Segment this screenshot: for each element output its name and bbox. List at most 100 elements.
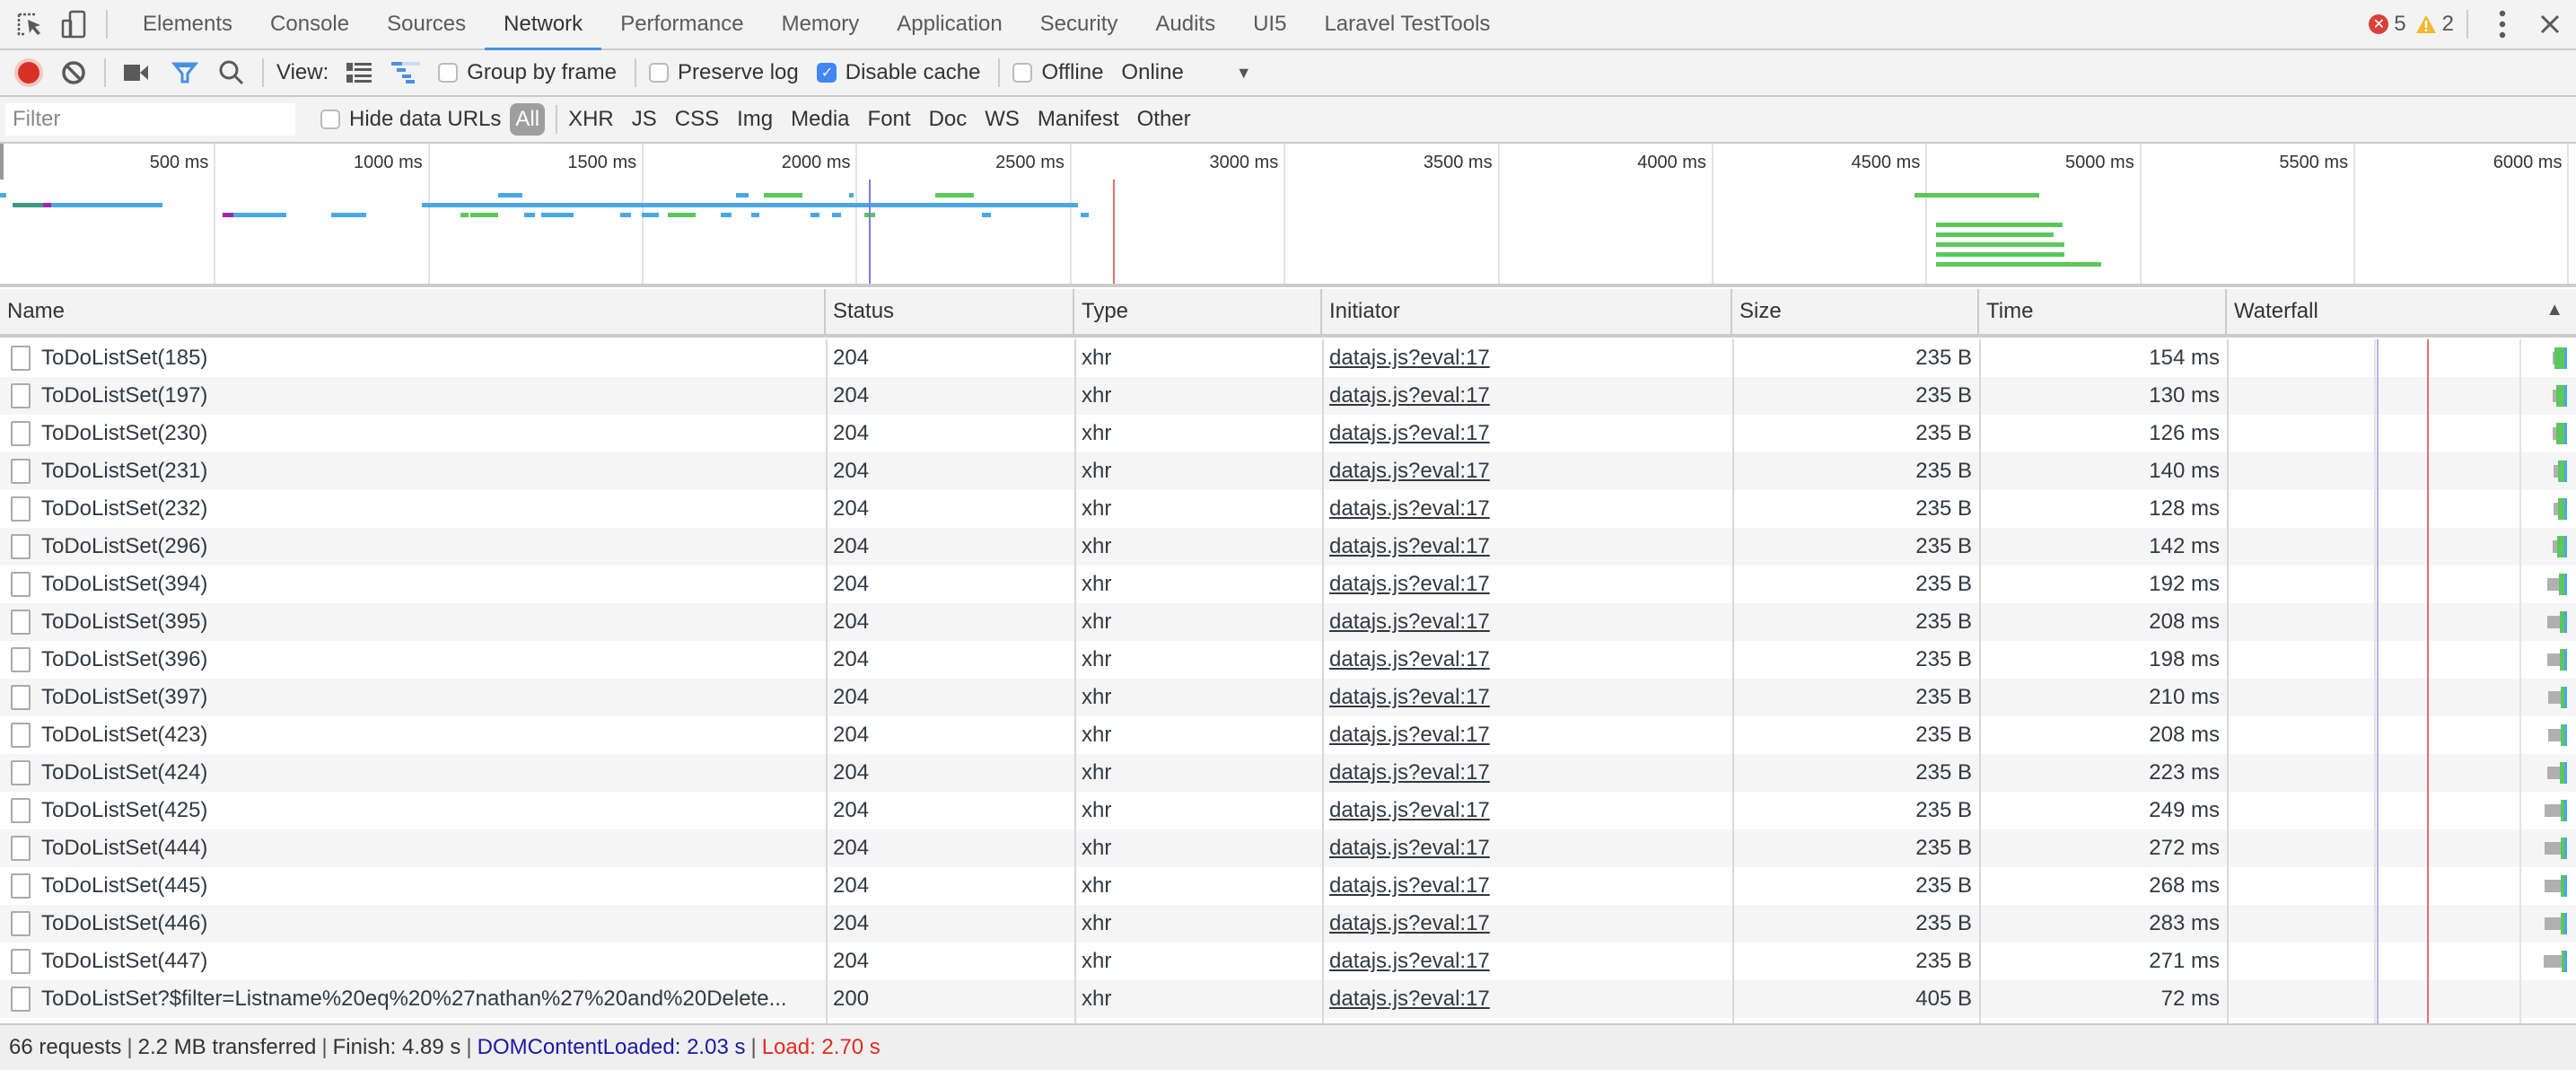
filter-input[interactable] [5, 103, 295, 136]
column-divider[interactable] [1732, 339, 1734, 1023]
table-row[interactable]: ToDoListSet(396) 204 xhr datajs.js?eval:17 2… [0, 641, 2576, 679]
type-filter-xhr[interactable]: XHR [568, 107, 614, 132]
request-initiator-cell[interactable]: datajs.js?eval:17 [1322, 867, 1732, 905]
column-divider[interactable] [1322, 339, 1324, 1023]
request-initiator-cell[interactable]: datajs.js?eval:17 [1322, 905, 1732, 943]
type-filter-media[interactable]: Media [791, 107, 849, 132]
warning-count[interactable]: 2 [2442, 12, 2454, 37]
tab-audits[interactable]: Audits [1136, 0, 1234, 49]
column-divider[interactable] [1074, 339, 1076, 1023]
request-initiator[interactable]: datajs.js?eval:17 [1329, 987, 1490, 1012]
table-row[interactable]: ToDoListSet(395) 204 xhr datajs.js?eval:17 2… [0, 603, 2576, 641]
request-initiator-cell[interactable]: datajs.js?eval:17 [1322, 792, 1732, 829]
table-row[interactable]: ToDoListSet(197) 204 xhr datajs.js?eval:17 2… [0, 377, 2576, 415]
column-header-waterfall[interactable]: Waterfall [2227, 289, 2576, 334]
type-filter-all[interactable]: All [510, 103, 546, 136]
close-icon[interactable] [2537, 11, 2563, 38]
column-header-name[interactable]: Name [0, 289, 826, 334]
column-divider[interactable] [1979, 339, 1981, 1023]
tab-sources[interactable]: Sources [368, 0, 485, 49]
hide-data-urls-box[interactable] [320, 110, 340, 129]
request-initiator[interactable]: datajs.js?eval:17 [1329, 572, 1490, 597]
screenshot-camera-icon[interactable] [118, 55, 154, 91]
request-initiator[interactable]: datajs.js?eval:17 [1329, 496, 1490, 522]
request-initiator[interactable]: datajs.js?eval:17 [1329, 421, 1490, 446]
search-icon[interactable] [214, 55, 250, 91]
clear-icon[interactable] [56, 55, 92, 91]
table-row[interactable]: ToDoListSet(394) 204 xhr datajs.js?eval:17 2… [0, 566, 2576, 603]
tab-performance[interactable]: Performance [601, 0, 762, 49]
more-vert-icon[interactable] [2493, 8, 2511, 40]
tab-elements[interactable]: Elements [124, 0, 251, 49]
table-row[interactable]: ToDoListSet(445) 204 xhr datajs.js?eval:17 2… [0, 867, 2576, 905]
request-initiator-cell[interactable]: datajs.js?eval:17 [1322, 415, 1732, 452]
type-filter-ws[interactable]: WS [985, 107, 1020, 132]
offline-box[interactable] [1012, 63, 1033, 83]
request-initiator-cell[interactable]: datajs.js?eval:17 [1322, 452, 1732, 490]
preserve-log-checkbox[interactable]: Preserve log [649, 60, 799, 85]
table-row[interactable]: ToDoListSet(230) 204 xhr datajs.js?eval:17 2… [0, 415, 2576, 452]
column-header-status[interactable]: Status [826, 289, 1074, 334]
column-divider[interactable] [2227, 339, 2229, 1023]
error-icon[interactable]: ✕ [2369, 14, 2389, 34]
request-initiator[interactable]: datajs.js?eval:17 [1329, 911, 1490, 936]
request-initiator[interactable]: datajs.js?eval:17 [1329, 346, 1490, 371]
table-row[interactable]: ToDoListSet(425) 204 xhr datajs.js?eval:17 2… [0, 792, 2576, 829]
request-initiator[interactable]: datajs.js?eval:17 [1329, 459, 1490, 484]
tab-laravel-testtools[interactable]: Laravel TestTools [1305, 0, 1509, 49]
inspect-element-icon[interactable] [13, 6, 48, 42]
column-header-type[interactable]: Type [1074, 289, 1322, 334]
request-initiator[interactable]: datajs.js?eval:17 [1329, 798, 1490, 823]
request-initiator-cell[interactable]: datajs.js?eval:17 [1322, 679, 1732, 716]
request-initiator-cell[interactable]: datajs.js?eval:17 [1322, 980, 1732, 1018]
throttling-select[interactable]: Online ▼ [1121, 60, 1251, 85]
request-initiator-cell[interactable]: datajs.js?eval:17 [1322, 641, 1732, 679]
tab-memory[interactable]: Memory [763, 0, 879, 49]
disable-cache-checkbox[interactable]: Disable cache [816, 60, 980, 85]
request-initiator[interactable]: datajs.js?eval:17 [1329, 836, 1490, 861]
large-rows-icon[interactable] [341, 55, 377, 91]
table-row[interactable]: ToDoListSet(444) 204 xhr datajs.js?eval:17 2… [0, 829, 2576, 867]
type-filter-js[interactable]: JS [632, 107, 657, 132]
request-initiator-cell[interactable]: datajs.js?eval:17 [1322, 754, 1732, 792]
request-initiator[interactable]: datajs.js?eval:17 [1329, 723, 1490, 748]
table-row[interactable]: ToDoListSet(232) 204 xhr datajs.js?eval:17 2… [0, 490, 2576, 528]
network-overview[interactable]: 500 ms 1000 ms 1500 ms 2000 ms 2500 ms 3000 m… [0, 144, 2576, 287]
request-initiator[interactable]: datajs.js?eval:17 [1329, 760, 1490, 785]
request-initiator-cell[interactable]: datajs.js?eval:17 [1322, 829, 1732, 867]
request-initiator-cell[interactable]: datajs.js?eval:17 [1322, 566, 1732, 603]
hide-data-urls-checkbox[interactable]: Hide data URLs [320, 107, 501, 132]
table-row[interactable]: ToDoListSet(185) 204 xhr datajs.js?eval:17 2… [0, 339, 2576, 377]
request-initiator[interactable]: datajs.js?eval:17 [1329, 534, 1490, 559]
tab-application[interactable]: Application [878, 0, 1021, 49]
record-button[interactable] [11, 55, 47, 91]
device-toolbar-icon[interactable] [56, 6, 92, 42]
table-row[interactable]: ToDoListSet(446) 204 xhr datajs.js?eval:17 2… [0, 905, 2576, 943]
request-initiator[interactable]: datajs.js?eval:17 [1329, 685, 1490, 710]
disable-cache-box[interactable] [816, 63, 837, 83]
type-filter-css[interactable]: CSS [675, 107, 719, 132]
type-filter-other[interactable]: Other [1137, 107, 1191, 132]
type-filter-doc[interactable]: Doc [929, 107, 968, 132]
type-filter-manifest[interactable]: Manifest [1038, 107, 1119, 132]
tab-console[interactable]: Console [251, 0, 368, 49]
filter-icon[interactable] [167, 55, 203, 91]
tab-security[interactable]: Security [1021, 0, 1137, 49]
overview-left-handle[interactable] [0, 144, 4, 180]
table-row[interactable]: ToDoListSet(231) 204 xhr datajs.js?eval:17 2… [0, 452, 2576, 490]
request-initiator-cell[interactable]: datajs.js?eval:17 [1322, 603, 1732, 641]
column-divider[interactable] [826, 339, 828, 1023]
type-filter-font[interactable]: Font [868, 107, 911, 132]
request-initiator-cell[interactable]: datajs.js?eval:17 [1322, 377, 1732, 415]
request-initiator-cell[interactable]: datajs.js?eval:17 [1322, 528, 1732, 566]
request-initiator[interactable]: datajs.js?eval:17 [1329, 647, 1490, 672]
request-initiator[interactable]: datajs.js?eval:17 [1329, 610, 1490, 635]
table-row[interactable]: ToDoListSet(423) 204 xhr datajs.js?eval:17 2… [0, 716, 2576, 754]
table-row[interactable]: ToDoListSet(397) 204 xhr datajs.js?eval:17 2… [0, 679, 2576, 716]
request-initiator-cell[interactable]: datajs.js?eval:17 [1322, 490, 1732, 528]
show-overview-icon[interactable] [388, 55, 424, 91]
error-count[interactable]: 5 [2394, 12, 2405, 37]
table-row[interactable]: ToDoListSet(424) 204 xhr datajs.js?eval:17 2… [0, 754, 2576, 792]
column-header-time[interactable]: Time [1979, 289, 2227, 334]
request-initiator[interactable]: datajs.js?eval:17 [1329, 383, 1490, 408]
